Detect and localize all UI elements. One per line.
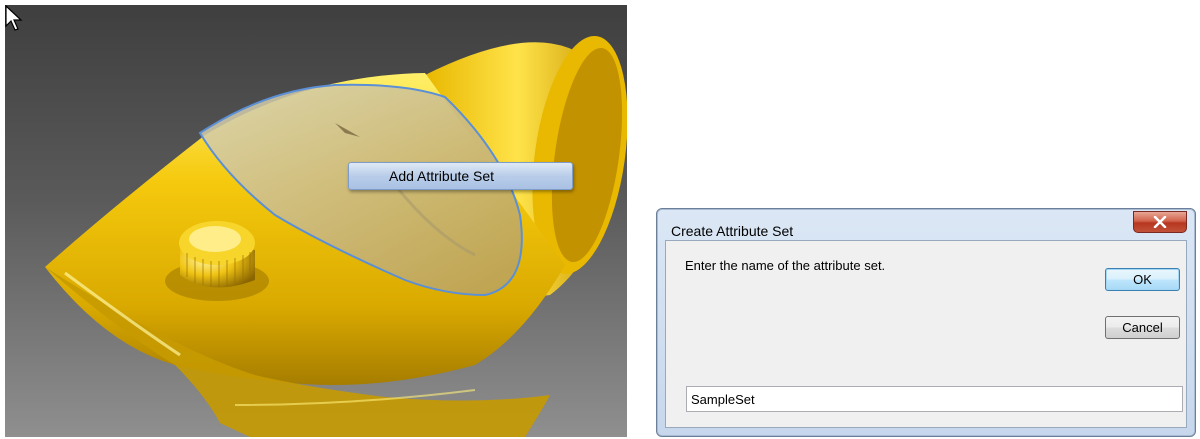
prompt-label: Enter the name of the attribute set. — [685, 258, 886, 273]
close-button[interactable] — [1133, 211, 1187, 233]
cancel-button[interactable]: Cancel — [1105, 316, 1180, 339]
part-model[interactable] — [5, 5, 627, 437]
mouse-pointer-icon — [5, 5, 23, 31]
ok-button[interactable]: OK — [1105, 268, 1180, 291]
attribute-set-name-input[interactable] — [686, 386, 1183, 412]
model-viewport[interactable]: Add Attribute Set — [5, 5, 627, 437]
close-icon — [1153, 216, 1167, 228]
create-attribute-set-dialog: Create Attribute Set Enter the name of t… — [656, 208, 1196, 437]
context-menu-add-attribute-set[interactable]: Add Attribute Set — [348, 162, 573, 190]
dialog-body: Enter the name of the attribute set. OK … — [665, 240, 1187, 428]
context-menu-item-label: Add Attribute Set — [389, 168, 495, 184]
dialog-title: Create Attribute Set — [671, 223, 794, 239]
